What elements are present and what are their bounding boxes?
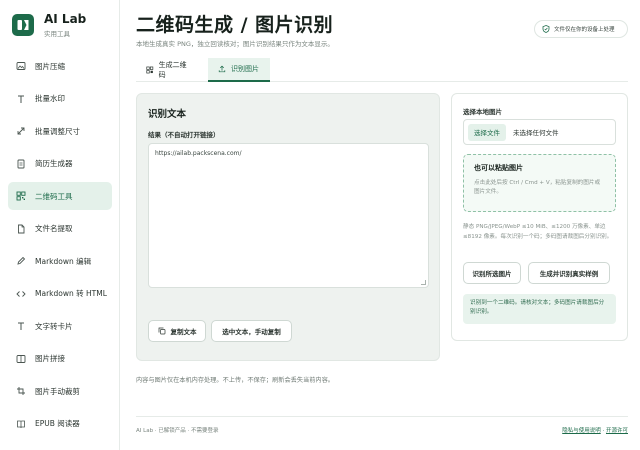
sidebar-item-resume[interactable]: 简历生成器 xyxy=(8,150,112,178)
sidebar-item-label: 文件名提取 xyxy=(35,224,73,233)
privacy-note: 内容与图片仅在本机内存处理。不上传，不保存；刷新会丢失当前内容。 xyxy=(136,377,334,384)
image-icon xyxy=(16,61,26,71)
sidebar-item-label: 批量调整尺寸 xyxy=(35,126,80,136)
sample-button-label: 生成并识别真实样例 xyxy=(539,270,599,278)
paste-title: 也可以粘贴图片 xyxy=(474,164,523,172)
copy-button-label: 复制文本 xyxy=(170,328,197,336)
sidebar-item-markdown-html[interactable]: Markdown 转 HTML xyxy=(8,280,112,308)
tab-bar: 生成二维码 识别图片 xyxy=(136,58,628,82)
paste-description: 点击此处后按 Ctrl / Cmd + V，粘贴复制的图片或图片文件。 xyxy=(474,180,601,195)
upload-icon xyxy=(218,65,226,73)
tab-label: 识别图片 xyxy=(231,65,259,73)
result-textarea[interactable]: https://ailab.packscena.com/ xyxy=(148,143,429,288)
sidebar-item-label: Markdown 编辑 xyxy=(35,256,92,266)
sidebar-item-filename[interactable]: 文件名提取 xyxy=(8,215,112,243)
license-link[interactable]: 开源许可 xyxy=(606,428,628,434)
grid-icon xyxy=(16,354,26,364)
qrcode-icon xyxy=(146,66,154,74)
book-icon xyxy=(16,419,26,429)
brand-subtitle: 实用工具 xyxy=(44,30,70,38)
footer-divider xyxy=(136,416,628,417)
sidebar-item-label: 图片拼接 xyxy=(35,354,65,363)
footer-text: AI Lab · 已解锁产品 · 不需要登录 xyxy=(136,428,219,434)
copy-icon xyxy=(158,327,165,335)
sidebar-item-image-compress[interactable]: 图片压缩 xyxy=(8,52,112,80)
tab-recognize-image[interactable]: 识别图片 xyxy=(208,58,270,82)
crop-icon xyxy=(16,386,26,396)
brand-title: AI Lab xyxy=(44,12,87,26)
status-message: 识别到一个二维码。请核对文本；多码图片请裁图后分别识别。 xyxy=(463,294,616,324)
sidebar-item-label: 图片手动裁剪 xyxy=(35,386,80,396)
code-icon xyxy=(16,289,26,299)
sidebar-item-label: 简历生成器 xyxy=(35,159,73,168)
main-content: 二维码生成 / 图片识别 本地生成真实 PNG，独立回读核对；图片识别结果只作为… xyxy=(120,0,640,450)
footer-links: 隐私与使用说明 · 开源许可 xyxy=(562,428,628,434)
choose-file-button[interactable]: 选择文件 xyxy=(468,123,506,141)
sidebar-item-label: 批量水印 xyxy=(35,94,65,103)
file-icon xyxy=(16,224,26,234)
sidebar: AI Lab 实用工具 图片压缩 批量水印 批量调整尺寸 简历生成器 二维码工具… xyxy=(0,0,120,450)
select-text-button[interactable]: 选中文本，手动复制 xyxy=(211,320,292,342)
brand[interactable]: AI Lab 实用工具 xyxy=(12,12,86,38)
result-text: https://ailab.packscena.com/ xyxy=(155,150,242,157)
privacy-link[interactable]: 隐私与使用说明 xyxy=(562,428,601,434)
sidebar-item-label: 文字转卡片 xyxy=(35,321,73,331)
logo-icon xyxy=(12,14,34,36)
recognize-result-panel: 识别文本 结果（不自动打开链接） https://ailab.packscena… xyxy=(136,93,440,361)
qrcode-icon xyxy=(16,191,26,201)
sidebar-item-resize[interactable]: 批量调整尺寸 xyxy=(8,117,112,145)
sidebar-item-epub[interactable]: EPUB 阅读器 xyxy=(8,410,112,438)
text-card-icon xyxy=(16,321,26,331)
sidebar-item-label: Markdown 转 HTML xyxy=(35,289,107,298)
sidebar-item-label: 二维码工具 xyxy=(35,191,73,201)
page-title: 二维码生成 / 图片识别 xyxy=(136,14,334,36)
privacy-badge-text: 文件仅在你的设备上处理 xyxy=(554,27,615,33)
privacy-badge: 文件仅在你的设备上处理 xyxy=(534,20,628,38)
sidebar-item-text-card[interactable]: 文字转卡片 xyxy=(8,312,112,340)
result-label: 结果（不自动打开链接） xyxy=(148,131,220,139)
upload-panel: 选择本地图片 选择文件 未选择任何文件 也可以粘贴图片 点击此处后按 Ctrl … xyxy=(451,93,628,341)
generate-sample-button[interactable]: 生成并识别真实样例 xyxy=(528,262,610,284)
sidebar-nav: 图片压缩 批量水印 批量调整尺寸 简历生成器 二维码工具 文件名提取 Markd… xyxy=(8,52,112,442)
tab-generate-qrcode[interactable]: 生成二维码 xyxy=(136,58,202,82)
sidebar-item-crop[interactable]: 图片手动裁剪 xyxy=(8,377,112,405)
paste-zone[interactable]: 也可以粘贴图片 点击此处后按 Ctrl / Cmd + V，粘贴复制的图片或图片… xyxy=(463,154,616,212)
copy-text-button[interactable]: 复制文本 xyxy=(148,320,206,342)
panel-title: 识别文本 xyxy=(148,109,187,120)
pen-icon xyxy=(16,256,26,266)
select-button-label: 选中文本，手动复制 xyxy=(222,328,281,336)
page-subtitle: 本地生成真实 PNG，独立回读核对；图片识别结果只作为文本显示。 xyxy=(136,40,334,48)
file-input[interactable]: 选择文件 未选择任何文件 xyxy=(463,119,616,145)
upload-label: 选择本地图片 xyxy=(463,108,502,116)
resize-icon xyxy=(16,126,26,136)
upload-hint: 静态 PNG/JPEG/WebP ≤10 MiB、≤1200 万像素、单边≤81… xyxy=(463,224,613,240)
sidebar-item-label: 图片压缩 xyxy=(35,61,65,71)
recognize-button-label: 识别所选图片 xyxy=(472,270,512,278)
document-icon xyxy=(16,159,26,169)
text-icon xyxy=(16,94,26,104)
recognize-selected-button[interactable]: 识别所选图片 xyxy=(463,262,521,284)
file-status: 未选择任何文件 xyxy=(513,129,559,137)
tab-label: 生成二维码 xyxy=(158,61,187,79)
sidebar-item-watermark[interactable]: 批量水印 xyxy=(8,85,112,113)
sidebar-item-image-stitch[interactable]: 图片拼接 xyxy=(8,345,112,373)
sidebar-item-markdown-edit[interactable]: Markdown 编辑 xyxy=(8,247,112,275)
resize-handle[interactable] xyxy=(421,280,426,285)
sidebar-item-label: EPUB 阅读器 xyxy=(35,419,80,428)
shield-icon xyxy=(542,25,550,33)
sidebar-item-qrcode[interactable]: 二维码工具 xyxy=(8,182,112,210)
